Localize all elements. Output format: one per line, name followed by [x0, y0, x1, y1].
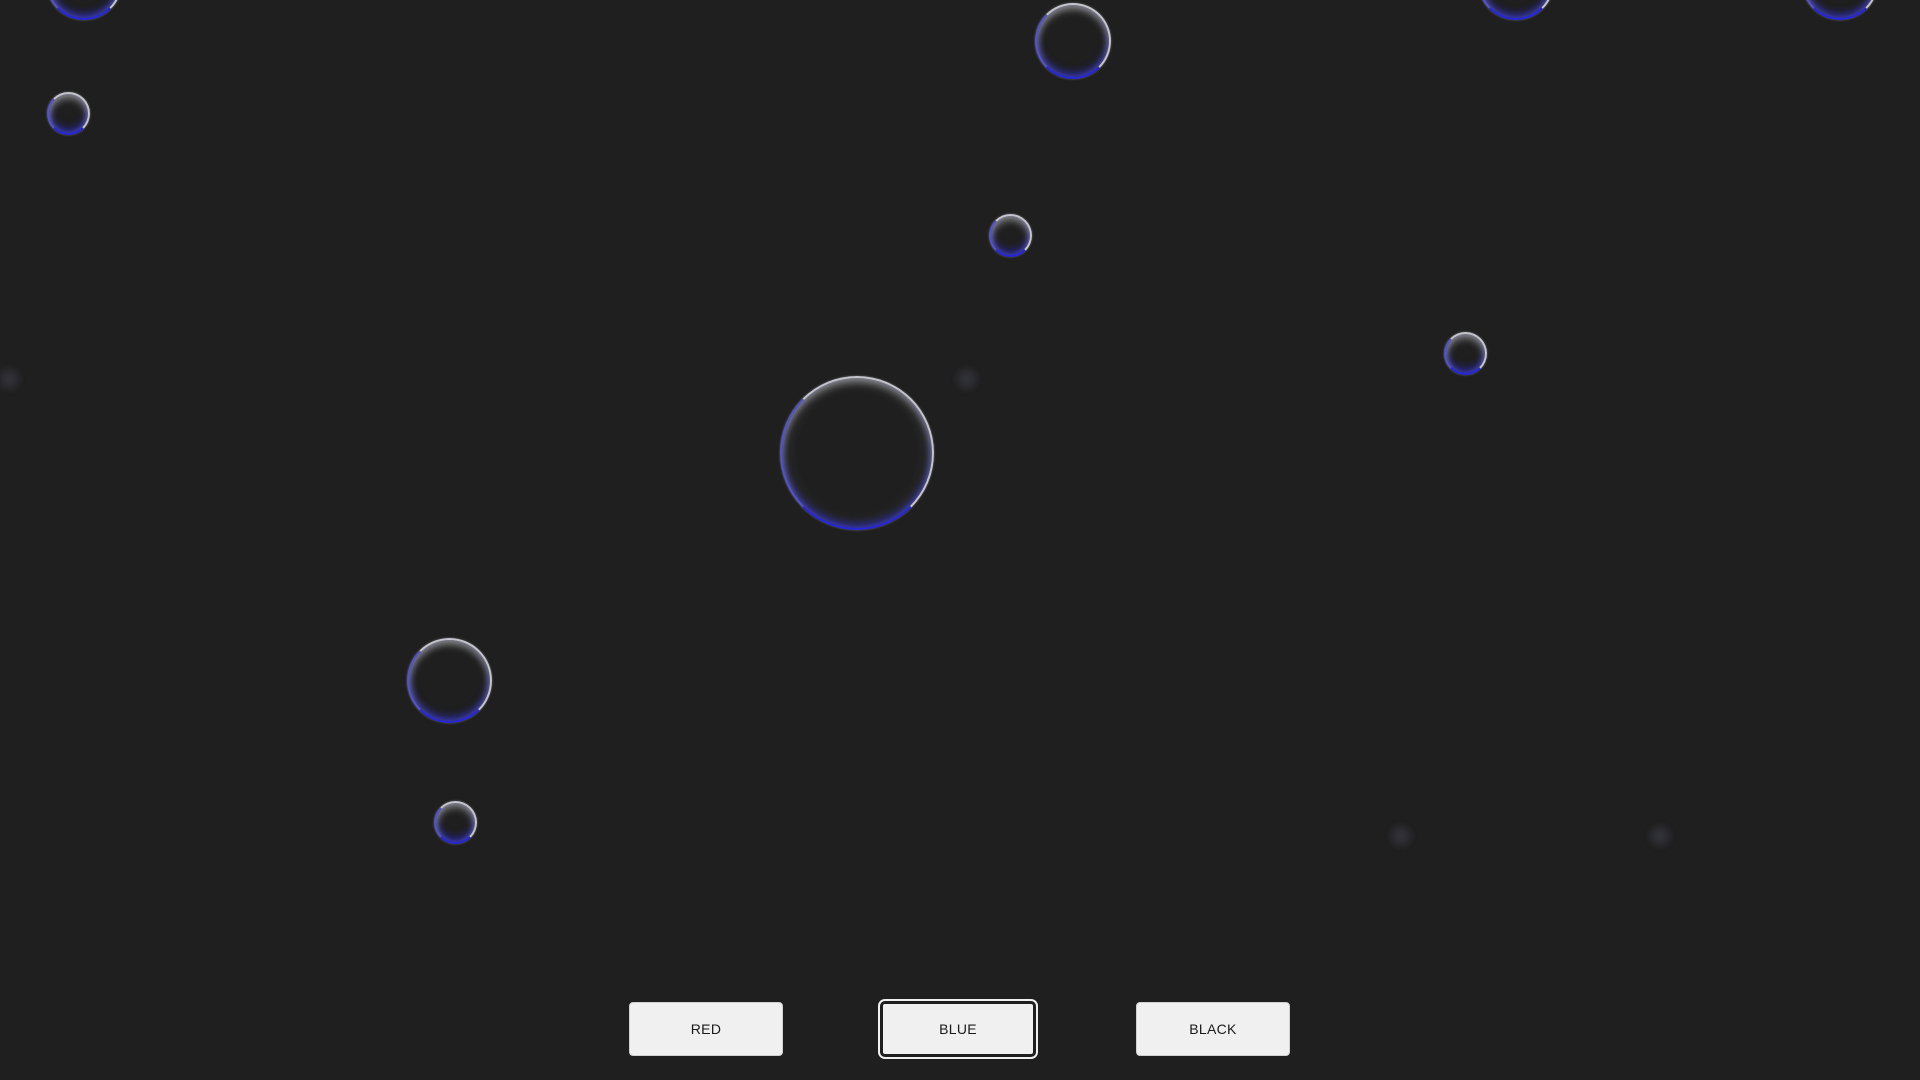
- red-button[interactable]: RED: [629, 1002, 783, 1056]
- faded-bubble: [1388, 823, 1414, 849]
- bubble: [1444, 332, 1487, 375]
- bubble-canvas[interactable]: RED BLUE BLACK: [0, 0, 1920, 1080]
- black-button[interactable]: BLACK: [1136, 1002, 1290, 1056]
- faded-bubble: [0, 366, 22, 392]
- bubble: [407, 638, 492, 723]
- bubble: [46, 0, 122, 20]
- blue-button[interactable]: BLUE: [878, 999, 1038, 1059]
- faded-bubble: [1647, 823, 1673, 849]
- bubble: [780, 376, 934, 530]
- bubble: [1035, 3, 1111, 79]
- bubble: [989, 214, 1032, 257]
- bubble: [47, 92, 90, 135]
- bubble: [1802, 0, 1878, 20]
- bubble: [1478, 0, 1554, 20]
- faded-bubble: [954, 366, 980, 392]
- bubble: [434, 801, 477, 844]
- color-controls: RED BLUE BLACK: [0, 999, 1920, 1060]
